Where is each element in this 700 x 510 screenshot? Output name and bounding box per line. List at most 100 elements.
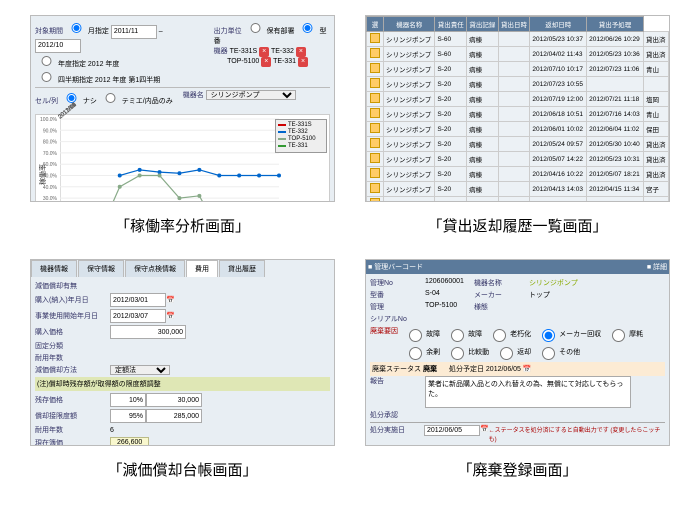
history-table: 選機器名称貸出責任貸出記録貸出日時返却日時貸出予処理 シリンジポンプS-60病棟…	[366, 16, 669, 202]
table-row[interactable]: シリンジポンプS-20病棟2012/05/24 09:572012/05/30 …	[367, 137, 669, 152]
device-select[interactable]: シリンジポンプ	[206, 90, 296, 100]
reason-radio[interactable]: 老朽化	[488, 326, 531, 342]
month-radio[interactable]: 月指定	[65, 28, 109, 35]
table-header: 機器名称	[384, 17, 435, 32]
legend-item: TE-331	[278, 143, 324, 149]
caption-tr: 「貸出返却履歴一覧画面」	[365, 210, 670, 251]
unit-dept-radio[interactable]: 保有部署	[244, 28, 295, 35]
table-row[interactable]: シリンジポンプS-20病棟2012/04/13 14:032012/04/15 …	[367, 182, 669, 197]
row-icon	[370, 153, 380, 163]
remove-icon[interactable]: ×	[259, 47, 269, 57]
table-row[interactable]: シリンジポンプS-20病棟2012/06/18 10:512012/07/16 …	[367, 107, 669, 122]
table-header: 貸出責任	[435, 17, 467, 32]
status-bar: 廃棄ステータス 廃棄 処分予定日 2012/06/05 📅	[370, 362, 665, 376]
table-row[interactable]: シリンジポンプS-60病棟2012/04/02 11:432012/05/23 …	[367, 47, 669, 62]
remove-icon[interactable]: ×	[296, 47, 306, 57]
cell-radio-1[interactable]: ナシ	[60, 98, 97, 105]
cost-input[interactable]	[425, 445, 491, 446]
tab[interactable]: 機器情報	[31, 260, 77, 277]
svg-text:100.0%: 100.0%	[40, 117, 58, 123]
table-row[interactable]: シリンジポンプS-20病棟2012/07/10 10:172012/07/23 …	[367, 62, 669, 77]
svg-text:60.0%: 60.0%	[43, 162, 58, 168]
limit-val-input[interactable]	[146, 409, 202, 423]
remove-icon[interactable]: ×	[298, 57, 308, 67]
caption-br: 「廃棄登録画面」	[365, 454, 670, 495]
output-label: 出力単位	[214, 28, 242, 35]
tab[interactable]: 保守情報	[78, 260, 124, 277]
remove-icon[interactable]: ×	[261, 57, 271, 67]
equip-item: TOP-5100	[227, 58, 259, 65]
table-header: 選	[367, 17, 384, 32]
reason-radio[interactable]: 返却	[495, 344, 531, 360]
equip-label: 機器	[214, 48, 228, 55]
purchase-date-input[interactable]	[110, 293, 166, 307]
tab[interactable]: 費用	[186, 260, 218, 277]
row-icon	[370, 108, 380, 118]
legend-item: TE-331S	[278, 122, 324, 128]
reason-radio[interactable]: 故障	[446, 326, 482, 342]
svg-text:30.0%: 30.0%	[43, 196, 58, 202]
disposal-panel: ■ 管理バーコード■ 詳細 管理No1206060001 型番S-04 管理TO…	[365, 259, 670, 446]
reason-radios: 故障故障老朽化メーカー回収摩耗余剰比較動返却その他	[404, 326, 665, 360]
caption-bl: 「減価償却台帳画面」	[30, 454, 335, 495]
note-highlight: (注)償却時残存額が取得額の限度額調整	[35, 377, 330, 391]
row-icon	[370, 48, 380, 58]
legend-item: TE-332	[278, 129, 324, 135]
limit-pct-input[interactable]	[110, 409, 146, 423]
period-label: 対象期間	[35, 28, 63, 35]
table-header: 貸出日時	[498, 17, 530, 32]
month-to[interactable]	[35, 39, 81, 53]
device-label: 機器名	[183, 92, 204, 99]
table-row[interactable]: シリンジポンプS-20病棟2012/07/23 10:55	[367, 77, 669, 92]
chart-legend: TE-331STE-332TOP-5100TE-331	[275, 119, 327, 153]
row-icon	[370, 63, 380, 73]
book-value: 266,600	[110, 437, 149, 446]
residual-val-input[interactable]	[146, 393, 202, 407]
year-radio[interactable]: 年度指定	[35, 61, 86, 68]
row-icon	[370, 78, 380, 88]
row-icon	[370, 198, 380, 202]
half-radio[interactable]: 四半期指定	[35, 77, 93, 84]
table-row[interactable]: シリンジポンプS-20病棟2012/04/10 13:042012/04/13 …	[367, 197, 669, 203]
equip-item: TE-331	[273, 58, 296, 65]
reason-radio[interactable]: 故障	[404, 326, 440, 342]
table-row[interactable]: シリンジポンプS-20病棟2012/04/16 10:222012/05/07 …	[367, 167, 669, 182]
row-icon	[370, 33, 380, 43]
svg-text:40.0%: 40.0%	[43, 184, 58, 190]
tab[interactable]: 貸出履歴	[219, 260, 265, 277]
price-input[interactable]	[110, 325, 186, 339]
reason-radio[interactable]: その他	[537, 344, 580, 360]
report-textarea[interactable]: 業者に新品購入品との入れ替えの為、無償にて対応してもらった。	[425, 376, 631, 408]
table-row[interactable]: シリンジポンプS-20病棟2012/07/19 12:002012/07/21 …	[367, 92, 669, 107]
equip-item: TE-332	[271, 48, 294, 55]
table-row[interactable]: シリンジポンプS-60病棟2012/05/23 10:372012/06/26 …	[367, 32, 669, 47]
cell-label: セル/列	[35, 98, 58, 105]
table-row[interactable]: シリンジポンプS-20病棟2012/06/01 10:022012/06/04 …	[367, 122, 669, 137]
reason-radio[interactable]: 余剰	[404, 344, 440, 360]
depreciation-panel: 機器情報保守情報保守点検情報費用貸出履歴 減価償却有無 購入(納入)年月日 📅 …	[30, 259, 335, 446]
method-select[interactable]: 定額法	[110, 365, 170, 375]
table-row[interactable]: シリンジポンプS-20病棟2012/05/07 14:222012/05/23 …	[367, 152, 669, 167]
legend-item: TOP-5100	[278, 136, 324, 142]
reason-radio[interactable]: 比較動	[446, 344, 489, 360]
month-from[interactable]	[111, 25, 157, 39]
row-icon	[370, 168, 380, 178]
utilization-analysis-panel: 対象期間 月指定 – 年度指定 2012 年度 四半期指定 2012 年度 第1…	[30, 15, 335, 202]
caption-tl: 「稼働率分析画面」	[30, 210, 335, 251]
row-icon	[370, 123, 380, 133]
svg-text:80.0%: 80.0%	[43, 139, 58, 145]
row-icon	[370, 93, 380, 103]
reason-radio[interactable]: 摩耗	[607, 326, 643, 342]
table-header: 貸出予処理	[587, 17, 644, 32]
table-header: 貸出記録	[467, 17, 499, 32]
use-date-input[interactable]	[110, 309, 166, 323]
cell-radio-2[interactable]: テミエ/内品のみ	[99, 98, 173, 105]
row-icon	[370, 183, 380, 193]
loan-history-panel: 選機器名称貸出責任貸出記録貸出日時返却日時貸出予処理 シリンジポンプS-60病棟…	[365, 15, 670, 202]
equip-item: TE-331S	[230, 48, 258, 55]
actual-date-input[interactable]	[424, 425, 480, 436]
table-header: 返却日時	[530, 17, 587, 32]
tab[interactable]: 保守点検情報	[125, 260, 185, 277]
reason-radio[interactable]: メーカー回収	[537, 326, 601, 342]
residual-pct-input[interactable]	[110, 393, 146, 407]
